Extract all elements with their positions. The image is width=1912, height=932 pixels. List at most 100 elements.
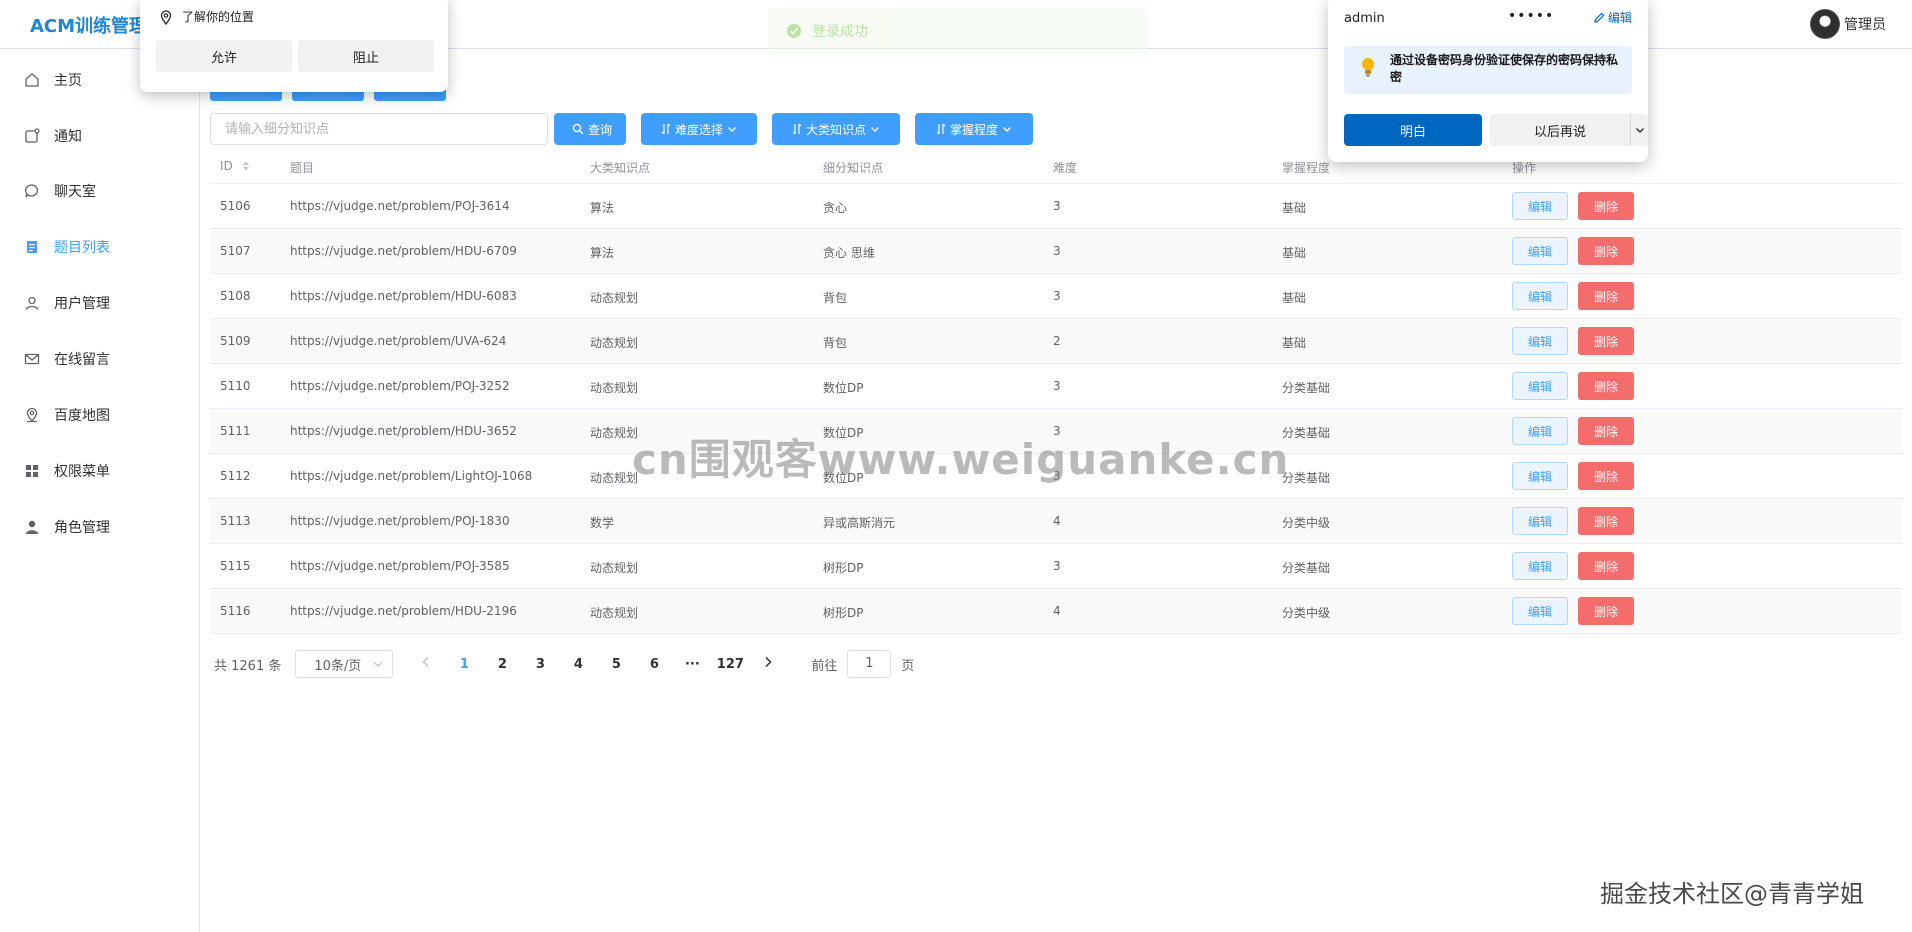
sidebar-item-label: 角色管理 <box>54 520 110 536</box>
cell-mastery: 基础 <box>1282 336 1307 350</box>
user-avatar[interactable] <box>1810 9 1840 39</box>
page-button-last[interactable]: 127 <box>711 657 749 672</box>
block-location-button[interactable]: 阻止 <box>298 40 434 72</box>
edit-button[interactable]: 编辑 <box>1512 552 1568 580</box>
delete-button[interactable]: 删除 <box>1578 597 1634 625</box>
goto-page-input[interactable]: 1 <box>847 650 892 678</box>
delete-button[interactable]: 删除 <box>1578 192 1634 220</box>
delete-button[interactable]: 删除 <box>1578 327 1634 355</box>
total-count: 共 1261 条 <box>214 658 282 674</box>
delete-button[interactable]: 删除 <box>1578 462 1634 490</box>
sidebar-item-baidu-map[interactable]: 百度地图 <box>0 393 199 437</box>
user-name[interactable]: 管理员 <box>1844 14 1886 34</box>
cell-title[interactable]: https://vjudge.net/problem/HDU-6083 <box>290 289 517 303</box>
edit-button[interactable]: 编辑 <box>1512 237 1568 265</box>
later-button[interactable]: 以后再说 <box>1490 114 1630 146</box>
sidebar-item-notification[interactable]: 通知 <box>0 114 199 158</box>
page-button-2[interactable]: 2 <box>483 657 521 672</box>
goto-label: 前往 <box>811 658 838 674</box>
delete-button[interactable]: 删除 <box>1578 372 1634 400</box>
column-header-category: 大类知识点 <box>590 161 651 175</box>
query-button[interactable]: 查询 <box>554 113 626 145</box>
edit-password-link[interactable]: 编辑 <box>1593 9 1632 26</box>
page-button-6[interactable]: 6 <box>635 657 673 672</box>
delete-button[interactable]: 删除 <box>1578 237 1634 265</box>
sidebar-item-permission-menu[interactable]: 权限菜单 <box>0 449 199 493</box>
page-ellipsis-button[interactable]: ··· <box>673 657 711 672</box>
cell-subcategory: 异或高斯消元 <box>823 516 896 530</box>
cell-title[interactable]: https://vjudge.net/problem/POJ-1830 <box>290 514 510 528</box>
more-options-button[interactable] <box>1630 114 1648 146</box>
password-save-popup: admin ••••• 编辑 通过设备密码身份验证使保存的密码保持私密 明白 以… <box>1328 0 1648 162</box>
edit-button[interactable]: 编辑 <box>1512 327 1568 355</box>
cell-title[interactable]: https://vjudge.net/problem/POJ-3585 <box>290 559 510 573</box>
cell-difficulty: 2 <box>1053 334 1061 348</box>
page-button-3[interactable]: 3 <box>521 657 559 672</box>
cell-mastery: 分类中级 <box>1282 606 1331 620</box>
edit-button[interactable]: 编辑 <box>1512 282 1568 310</box>
location-popup-text: 了解你的位置 <box>182 10 255 24</box>
sidebar-item-problem-list[interactable]: 题目列表 <box>0 225 199 269</box>
prev-page-button[interactable] <box>407 656 445 672</box>
sidebar-item-user-management[interactable]: 用户管理 <box>0 281 199 325</box>
allow-location-button[interactable]: 允许 <box>156 40 292 72</box>
cell-subcategory: 树形DP <box>823 606 864 620</box>
page-size-select[interactable]: 10条/页 <box>295 650 394 678</box>
grid-icon <box>24 463 40 479</box>
sort-icon <box>792 123 802 135</box>
delete-button[interactable]: 删除 <box>1578 282 1634 310</box>
edit-button[interactable]: 编辑 <box>1512 417 1568 445</box>
edit-button[interactable]: 编辑 <box>1512 372 1568 400</box>
cell-subcategory: 树形DP <box>823 561 864 575</box>
cell-mastery: 基础 <box>1282 291 1307 305</box>
column-header-title: 题目 <box>290 161 315 175</box>
cell-subcategory: 背包 <box>823 291 848 305</box>
column-header-subcategory: 细分知识点 <box>823 161 884 175</box>
sidebar-item-messages[interactable]: 在线留言 <box>0 337 199 381</box>
cell-id: 5111 <box>220 424 251 438</box>
delete-button[interactable]: 删除 <box>1578 417 1634 445</box>
edit-button[interactable]: 编辑 <box>1512 597 1568 625</box>
cell-mastery: 基础 <box>1282 201 1307 215</box>
cell-title[interactable]: https://vjudge.net/problem/HDU-2196 <box>290 604 517 618</box>
sidebar-item-label: 百度地图 <box>54 408 110 424</box>
category-select-button[interactable]: 大类知识点 <box>772 113 900 145</box>
cell-title[interactable]: https://vjudge.net/problem/LightOJ-1068 <box>290 469 532 483</box>
cell-category: 动态规划 <box>590 336 639 350</box>
delete-button[interactable]: 删除 <box>1578 552 1634 580</box>
sidebar-item-chatroom[interactable]: 聊天室 <box>0 169 199 213</box>
table-row: 5107 https://vjudge.net/problem/HDU-6709 算… <box>210 229 1902 274</box>
edit-button[interactable]: 编辑 <box>1512 192 1568 220</box>
page-unit-label: 页 <box>901 658 915 674</box>
column-header-id[interactable]: ID <box>220 159 251 173</box>
table-row: 5110 https://vjudge.net/problem/POJ-3252 动… <box>210 364 1902 409</box>
delete-button[interactable]: 删除 <box>1578 507 1634 535</box>
understood-button[interactable]: 明白 <box>1344 114 1482 146</box>
sidebar-item-label: 聊天室 <box>54 184 96 200</box>
cell-id: 5108 <box>220 289 251 303</box>
subcategory-search-input[interactable] <box>210 113 548 145</box>
cell-subcategory: 背包 <box>823 336 848 350</box>
next-page-button[interactable] <box>749 656 787 672</box>
cell-title[interactable]: https://vjudge.net/problem/POJ-3614 <box>290 199 510 213</box>
user-menu[interactable]: 管理员 <box>1810 9 1886 39</box>
page-button-4[interactable]: 4 <box>559 657 597 672</box>
location-pin-icon <box>160 9 172 25</box>
difficulty-select-button[interactable]: 难度选择 <box>641 113 757 145</box>
sidebar: 主页 通知 聊天室 题目列表 用户管理 在线留言 百度地图 权限菜单 角色管理 <box>0 49 200 932</box>
cell-category: 动态规划 <box>590 561 639 575</box>
cell-category: 动态规划 <box>590 291 639 305</box>
page-button-5[interactable]: 5 <box>597 657 635 672</box>
cell-mastery: 分类基础 <box>1282 381 1331 395</box>
sidebar-item-role-management[interactable]: 角色管理 <box>0 505 199 549</box>
edit-button[interactable]: 编辑 <box>1512 507 1568 535</box>
cell-title[interactable]: https://vjudge.net/problem/HDU-3652 <box>290 424 517 438</box>
cell-title[interactable]: https://vjudge.net/problem/HDU-6709 <box>290 244 517 258</box>
cell-title[interactable]: https://vjudge.net/problem/UVA-624 <box>290 334 506 348</box>
login-success-toast: 登录成功 <box>768 8 1148 54</box>
cell-title[interactable]: https://vjudge.net/problem/POJ-3252 <box>290 379 510 393</box>
edit-button[interactable]: 编辑 <box>1512 462 1568 490</box>
page-button-1[interactable]: 1 <box>445 657 483 672</box>
mastery-select-button[interactable]: 掌握程度 <box>915 113 1033 145</box>
chevron-right-icon <box>765 656 772 668</box>
